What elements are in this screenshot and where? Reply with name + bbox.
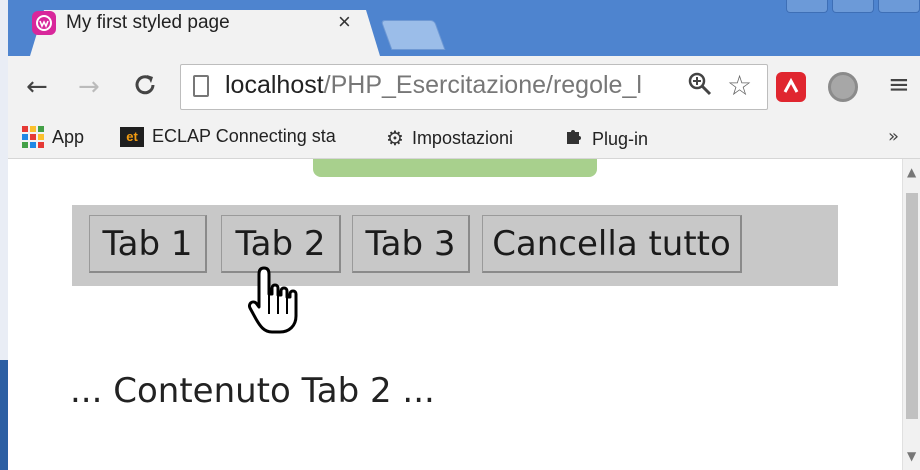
tab-strip: My first styled page ×: [8, 0, 920, 56]
bookmark-apps-label: App: [52, 126, 85, 147]
scroll-down-icon[interactable]: ▼: [907, 449, 916, 463]
url-text[interactable]: localhost/PHP_Esercitazione/regole_l: [225, 71, 685, 100]
hand-cursor-icon: [248, 264, 302, 336]
browser-window: My first styled page × ← → localhost/PHP…: [8, 0, 920, 470]
extension-icon[interactable]: [828, 72, 858, 102]
avira-icon[interactable]: [776, 72, 806, 102]
bookmark-plugins-label: Plug-in: [592, 128, 649, 149]
close-window-button[interactable]: [878, 0, 920, 13]
puzzle-icon: [564, 126, 584, 152]
maximize-button[interactable]: [832, 0, 874, 13]
apps-icon: [22, 126, 44, 148]
toolbar: ← → localhost/PHP_Esercitazione/regole_l…: [8, 56, 920, 118]
bookmark-apps[interactable]: App: [22, 126, 84, 148]
bookmark-plugins[interactable]: Plug-in: [564, 126, 648, 152]
zoom-icon[interactable]: [687, 71, 713, 103]
back-arrow-icon[interactable]: ←: [26, 72, 48, 102]
page-icon: [193, 75, 209, 97]
address-bar[interactable]: localhost/PHP_Esercitazione/regole_l ☆: [180, 64, 768, 110]
eclap-icon: et: [120, 126, 144, 147]
new-tab-button[interactable]: [380, 20, 446, 50]
url-path: /PHP_Esercitazione/regole_l: [323, 71, 642, 99]
reload-icon[interactable]: [132, 72, 158, 105]
bookmark-eclap[interactable]: et ECLAP Connecting sta: [120, 126, 352, 147]
star-icon[interactable]: ☆: [727, 69, 752, 102]
bookmark-settings-label: Impostazioni: [411, 128, 513, 148]
tab-close-icon[interactable]: ×: [338, 10, 351, 34]
scroll-thumb[interactable]: [906, 193, 918, 419]
window-controls: [786, 0, 920, 13]
url-host: localhost: [225, 71, 324, 99]
scroll-up-icon[interactable]: ▲: [907, 165, 916, 179]
tab-1-button[interactable]: Tab 1: [89, 215, 207, 273]
more-bookmarks-icon[interactable]: »: [888, 126, 899, 147]
bookmark-eclap-label: ECLAP Connecting sta: [152, 126, 336, 146]
green-header-box: [313, 159, 597, 177]
gear-icon: ⚙: [386, 128, 404, 150]
tab-title: My first styled page: [66, 12, 230, 33]
clear-all-button[interactable]: Cancella tutto: [482, 215, 742, 273]
bookmark-settings[interactable]: ⚙ Impostazioni: [386, 126, 513, 151]
vertical-scrollbar[interactable]: ▲ ▼: [902, 159, 920, 470]
page-viewport: Tab 1 Tab 2 Tab 3 Cancella tutto ... Con…: [8, 159, 902, 470]
minimize-button[interactable]: [786, 0, 828, 13]
tab-content: ... Contenuto Tab 2 ...: [70, 371, 435, 411]
page-tab-bar: Tab 1 Tab 2 Tab 3 Cancella tutto: [72, 205, 838, 286]
menu-icon[interactable]: ≡: [888, 70, 910, 100]
tab-3-button[interactable]: Tab 3: [352, 215, 470, 273]
bookmarks-bar: App et ECLAP Connecting sta ⚙ Impostazio…: [8, 118, 920, 159]
forward-arrow-icon[interactable]: →: [78, 72, 100, 102]
site-favicon-icon: [32, 11, 56, 35]
